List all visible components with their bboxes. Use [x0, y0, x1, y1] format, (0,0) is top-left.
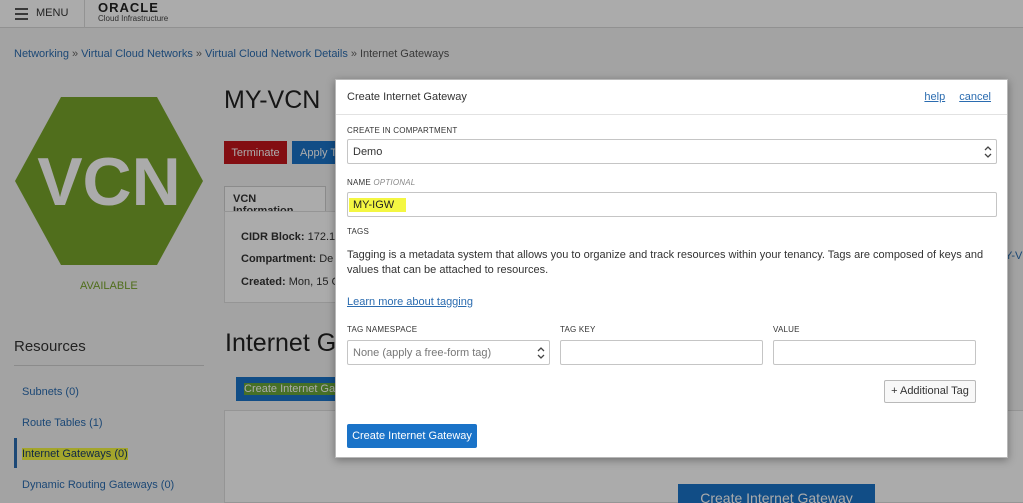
- compartment-select-value: Demo: [353, 146, 383, 158]
- additional-tag-button[interactable]: + Additional Tag: [884, 380, 976, 403]
- name-input[interactable]: MY-IGW: [347, 192, 997, 217]
- dialog-header-divider: [336, 114, 1007, 115]
- name-optional-text: OPTIONAL: [373, 178, 416, 187]
- tag-namespace-select[interactable]: None (apply a free-form tag): [347, 340, 550, 365]
- name-field-label: NAME OPTIONAL: [347, 178, 415, 187]
- tag-namespace-label: TAG NAMESPACE: [347, 325, 418, 334]
- name-input-value: MY-IGW: [349, 198, 407, 212]
- dialog-header-links: help cancel: [910, 91, 991, 103]
- tag-key-label: TAG KEY: [560, 325, 596, 334]
- tag-namespace-value: None (apply a free-form tag): [353, 347, 492, 359]
- tag-value-label: VALUE: [773, 325, 800, 334]
- name-label-text: NAME: [347, 178, 371, 187]
- tag-value-input[interactable]: [773, 340, 976, 365]
- select-chevron-icon: [984, 146, 992, 158]
- tags-description: Tagging is a metadata system that allows…: [347, 249, 984, 276]
- select-chevron-icon: [537, 347, 545, 359]
- tags-section-label: TAGS: [347, 227, 369, 236]
- dialog-title: Create Internet Gateway: [347, 91, 467, 103]
- create-internet-gateway-submit-button[interactable]: Create Internet Gateway: [347, 424, 477, 448]
- help-link[interactable]: help: [924, 91, 945, 103]
- compartment-field-label: CREATE IN COMPARTMENT: [347, 126, 458, 135]
- compartment-select[interactable]: Demo: [347, 139, 997, 164]
- tag-key-input[interactable]: [560, 340, 763, 365]
- cancel-link[interactable]: cancel: [959, 91, 991, 103]
- create-internet-gateway-dialog: Create Internet Gateway help cancel CREAT…: [335, 79, 1008, 458]
- learn-more-tagging-link[interactable]: Learn more about tagging: [347, 296, 473, 308]
